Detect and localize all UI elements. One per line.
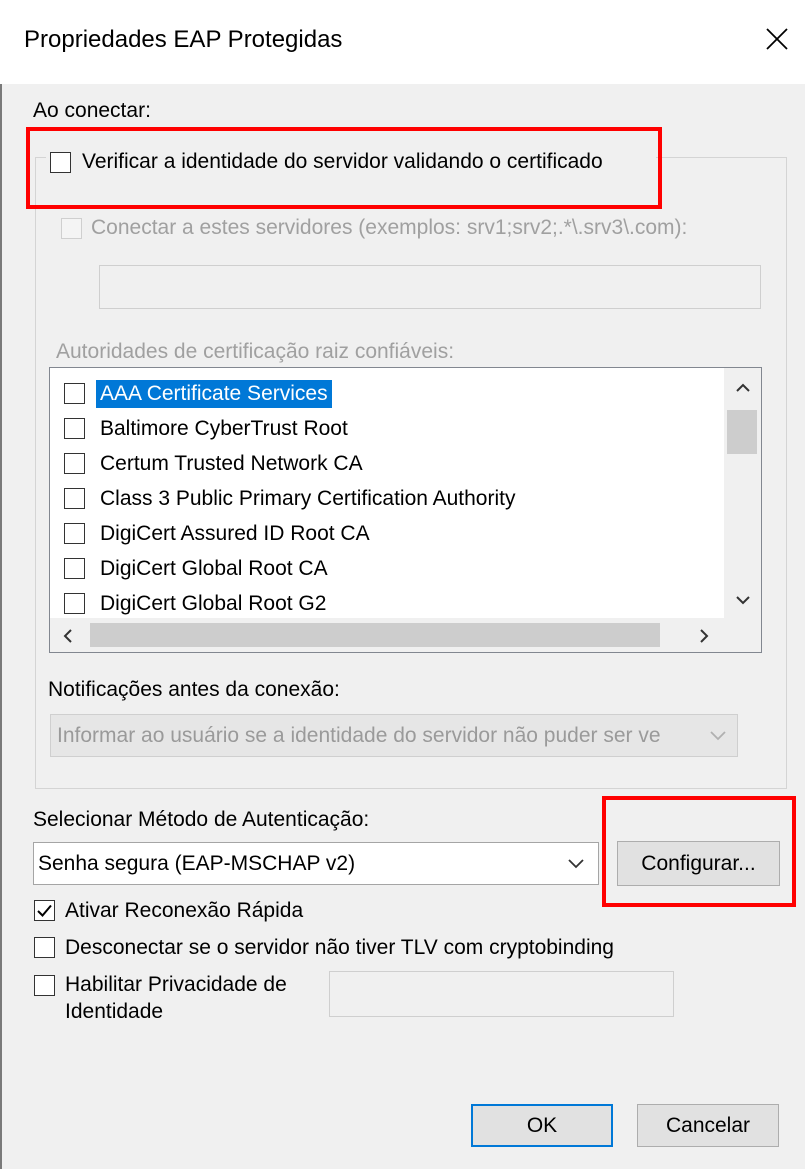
fast-reconnect-checkbox[interactable]	[34, 900, 55, 921]
auth-method-label: Selecionar Método de Autenticação:	[33, 808, 370, 831]
highlight-box-configure	[602, 796, 796, 907]
horizontal-scrollbar[interactable]	[50, 618, 724, 652]
vertical-scroll-thumb[interactable]	[727, 410, 757, 454]
certificate-checkbox[interactable]	[64, 593, 85, 614]
certificate-name: DigiCert Global Root G2	[100, 592, 327, 615]
certificate-list[interactable]: AAA Certificate Services Baltimore Cyber…	[49, 367, 762, 653]
disconnect-tlv-checkbox[interactable]	[34, 937, 55, 958]
certificate-name: Certum Trusted Network CA	[100, 452, 363, 475]
title-bar: Propriedades EAP Protegidas	[0, 0, 805, 84]
notifications-label: Notificações antes da conexão:	[48, 678, 340, 701]
certificate-checkbox[interactable]	[64, 418, 85, 439]
on-connect-label: Ao conectar:	[33, 99, 151, 122]
certificate-checkbox[interactable]	[64, 488, 85, 509]
chevron-right-icon[interactable]	[698, 628, 710, 644]
scrollbar-corner	[724, 618, 761, 652]
servers-input[interactable]	[99, 265, 761, 309]
eap-properties-dialog: Propriedades EAP Protegidas Ao conectar:…	[0, 0, 805, 1169]
vertical-scrollbar[interactable]	[724, 368, 761, 618]
highlight-box-verify-server	[26, 127, 662, 209]
list-item[interactable]: Baltimore CyberTrust Root	[50, 411, 724, 446]
list-item[interactable]: DigiCert Global Root G2	[50, 586, 724, 621]
list-item[interactable]: Class 3 Public Primary Certification Aut…	[50, 481, 724, 516]
checkmark-icon	[37, 904, 52, 917]
list-item[interactable]: DigiCert Assured ID Root CA	[50, 516, 724, 551]
chevron-left-icon[interactable]	[62, 628, 74, 644]
certificate-name: DigiCert Global Root CA	[100, 557, 328, 580]
window-border	[0, 0, 2, 1169]
cancel-button[interactable]: Cancelar	[637, 1104, 779, 1147]
chevron-down-icon	[710, 731, 726, 741]
chevron-down-icon	[568, 859, 584, 869]
auth-method-select[interactable]: Senha segura (EAP-MSCHAP v2)	[33, 842, 599, 885]
ok-button[interactable]: OK	[471, 1104, 613, 1147]
certificate-checkbox[interactable]	[64, 383, 85, 404]
certificate-name: Class 3 Public Primary Certification Aut…	[100, 487, 516, 510]
connect-servers-checkbox[interactable]	[61, 218, 82, 239]
list-item[interactable]: Certum Trusted Network CA	[50, 446, 724, 481]
fast-reconnect-label: Ativar Reconexão Rápida	[65, 899, 304, 922]
identity-privacy-input[interactable]	[329, 971, 674, 1017]
chevron-up-icon[interactable]	[735, 382, 751, 394]
certificate-name: Baltimore CyberTrust Root	[100, 417, 348, 440]
connect-servers-label: Conectar a estes servidores (exemplos: s…	[91, 216, 688, 239]
disconnect-tlv-label: Desconectar se o servidor não tiver TLV …	[65, 936, 614, 959]
chevron-down-icon[interactable]	[735, 594, 751, 606]
certificate-name: AAA Certificate Services	[96, 380, 332, 408]
certificate-checkbox[interactable]	[64, 558, 85, 579]
horizontal-scroll-thumb[interactable]	[90, 623, 660, 647]
notifications-select[interactable]: Informar ao usuário se a identidade do s…	[50, 714, 738, 757]
identity-privacy-label-line2: Identidade	[65, 1000, 164, 1023]
list-item[interactable]: DigiCert Global Root CA	[50, 551, 724, 586]
notifications-dropdown-button[interactable]	[699, 715, 737, 756]
trusted-roots-label: Autoridades de certificação raiz confiáv…	[56, 340, 455, 363]
identity-privacy-label-line1: Habilitar Privacidade de	[65, 973, 287, 996]
notifications-value: Informar ao usuário se a identidade do s…	[57, 724, 661, 747]
close-button[interactable]	[752, 14, 802, 64]
certificate-checkbox[interactable]	[64, 523, 85, 544]
auth-method-value: Senha segura (EAP-MSCHAP v2)	[38, 852, 356, 875]
close-icon	[766, 28, 788, 50]
identity-privacy-checkbox[interactable]	[34, 975, 55, 996]
certificate-checkbox[interactable]	[64, 453, 85, 474]
list-item[interactable]: AAA Certificate Services	[50, 376, 724, 411]
certificate-name: DigiCert Assured ID Root CA	[100, 522, 370, 545]
window-title: Propriedades EAP Protegidas	[24, 26, 343, 53]
